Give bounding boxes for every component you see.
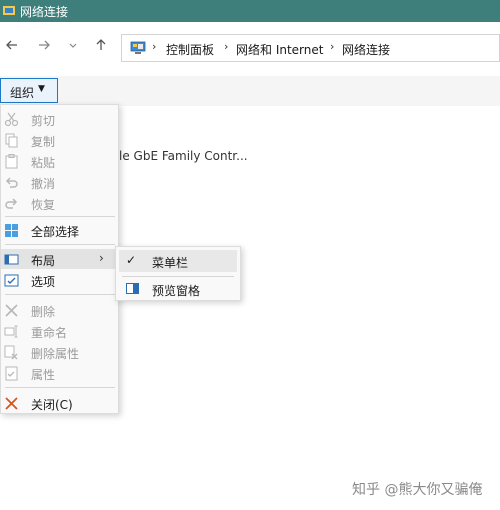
title-bar: 网络连接 bbox=[0, 0, 500, 22]
menu-item-label: 恢复 bbox=[31, 198, 56, 212]
breadcrumb-control-panel[interactable]: 控制面板 bbox=[166, 41, 214, 58]
dropdown-caret-icon: ▼ bbox=[38, 84, 45, 94]
menu-item-label: 选项 bbox=[31, 275, 56, 289]
menu-item-copy[interactable]: 复制 bbox=[1, 130, 119, 150]
menu-separator bbox=[5, 216, 115, 217]
menu-item-label: 全部选择 bbox=[31, 225, 80, 239]
arrow-up-icon bbox=[96, 39, 106, 50]
properties-icon bbox=[5, 366, 18, 381]
preview-pane-icon bbox=[126, 283, 139, 294]
menu-item-options[interactable]: 选项 bbox=[1, 270, 119, 290]
organize-menu: 剪切 复制 粘贴 撤消 恢复 全部选择 布局 › 选项 删除 重命名 删除属性 … bbox=[0, 104, 119, 414]
menu-item-redo[interactable]: 恢复 bbox=[1, 193, 119, 213]
adapter-description[interactable]: le GbE Family Contr... bbox=[119, 149, 248, 163]
scissors-icon bbox=[4, 112, 19, 127]
menu-item-remove-properties[interactable]: 删除属性 bbox=[1, 342, 119, 362]
menu-item-rename[interactable]: 重命名 bbox=[1, 321, 119, 341]
menu-item-label: 布局 bbox=[31, 254, 56, 268]
remove-properties-icon bbox=[4, 345, 18, 360]
submenu-item-label: 预览窗格 bbox=[152, 284, 201, 298]
arrow-left-icon bbox=[6, 40, 17, 50]
submenu-separator bbox=[122, 276, 234, 277]
control-panel-icon bbox=[130, 41, 146, 54]
options-icon bbox=[4, 274, 19, 287]
layout-submenu: ✓ 菜单栏 预览窗格 bbox=[115, 246, 241, 301]
redo-icon bbox=[5, 198, 18, 209]
menu-item-undo[interactable]: 撤消 bbox=[1, 172, 119, 192]
menu-item-layout[interactable]: 布局 › bbox=[1, 249, 119, 269]
menu-item-delete[interactable]: 删除 bbox=[1, 300, 119, 320]
menu-separator bbox=[5, 387, 115, 388]
menu-item-select-all[interactable]: 全部选择 bbox=[1, 220, 119, 240]
window-title: 网络连接 bbox=[20, 5, 69, 19]
menu-item-close[interactable]: 关闭(C) bbox=[1, 393, 119, 413]
back-button[interactable] bbox=[3, 38, 21, 56]
organize-label: 组织 bbox=[10, 86, 35, 100]
menu-item-label: 剪切 bbox=[31, 114, 56, 128]
submenu-item-menu-bar[interactable]: ✓ 菜单栏 bbox=[119, 250, 237, 272]
recent-locations-button[interactable] bbox=[64, 38, 82, 56]
copy-icon bbox=[5, 133, 18, 148]
paste-icon bbox=[5, 154, 18, 169]
menu-item-cut[interactable]: 剪切 bbox=[1, 109, 119, 129]
up-button[interactable] bbox=[92, 38, 110, 56]
menu-item-label: 删除属性 bbox=[31, 347, 80, 361]
menu-item-paste[interactable]: 粘贴 bbox=[1, 151, 119, 171]
forward-button[interactable] bbox=[35, 38, 53, 56]
delete-icon bbox=[5, 304, 18, 317]
chevron-down-icon bbox=[69, 43, 77, 48]
rename-icon bbox=[4, 325, 18, 338]
arrow-right-icon bbox=[39, 40, 50, 50]
menu-item-properties[interactable]: 属性 bbox=[1, 363, 119, 383]
submenu-arrow-icon: › bbox=[99, 251, 104, 265]
network-folder-icon bbox=[3, 6, 15, 15]
organize-button[interactable]: 组织 ▼ bbox=[0, 78, 58, 103]
undo-icon bbox=[5, 177, 18, 188]
menu-item-label: 复制 bbox=[31, 135, 56, 149]
menu-item-label: 粘贴 bbox=[31, 156, 56, 170]
command-bar bbox=[0, 76, 500, 106]
breadcrumb-separator: › bbox=[224, 40, 229, 53]
layout-icon bbox=[4, 254, 19, 265]
submenu-item-preview-pane[interactable]: 预览窗格 bbox=[119, 278, 237, 300]
submenu-item-label: 菜单栏 bbox=[152, 256, 189, 270]
select-all-icon bbox=[5, 224, 18, 237]
menu-item-label: 重命名 bbox=[31, 326, 68, 340]
menu-separator bbox=[5, 294, 115, 295]
menu-item-label: 删除 bbox=[31, 305, 56, 319]
breadcrumb-separator: › bbox=[152, 40, 157, 53]
menu-item-label: 关闭(C) bbox=[31, 398, 73, 412]
close-icon bbox=[5, 397, 18, 410]
breadcrumb-network-internet[interactable]: 网络和 Internet bbox=[236, 41, 323, 58]
menu-item-label: 属性 bbox=[31, 368, 56, 382]
breadcrumb-network-connections[interactable]: 网络连接 bbox=[342, 41, 390, 58]
address-bar[interactable]: › 控制面板 › 网络和 Internet › 网络连接 bbox=[121, 34, 500, 62]
breadcrumb-separator: › bbox=[330, 40, 335, 53]
menu-separator bbox=[5, 244, 115, 245]
checkmark-icon: ✓ bbox=[126, 253, 137, 267]
menu-item-label: 撤消 bbox=[31, 177, 56, 191]
watermark-text: 知乎 @熊大你又骗俺 bbox=[352, 482, 483, 498]
